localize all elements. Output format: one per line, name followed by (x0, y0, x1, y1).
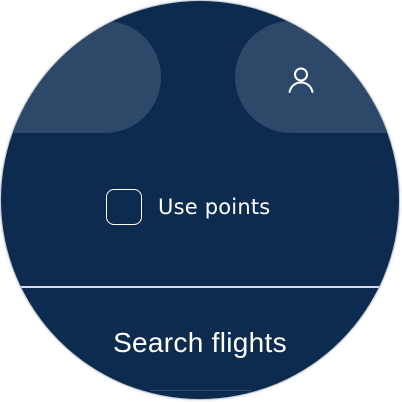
use-points-label: Use points (158, 195, 271, 219)
use-points-option[interactable]: Use points (106, 188, 270, 226)
bottom-divider (151, 390, 251, 391)
left-top-button[interactable] (1, 21, 161, 133)
watch-screen: Use points Search flights (1, 1, 399, 399)
use-points-checkbox[interactable] (106, 189, 142, 225)
search-flights-label: Search flights (113, 327, 287, 358)
profile-button[interactable] (235, 21, 399, 133)
search-flights-button[interactable]: Search flights (1, 288, 399, 399)
person-outline-icon (288, 67, 314, 93)
